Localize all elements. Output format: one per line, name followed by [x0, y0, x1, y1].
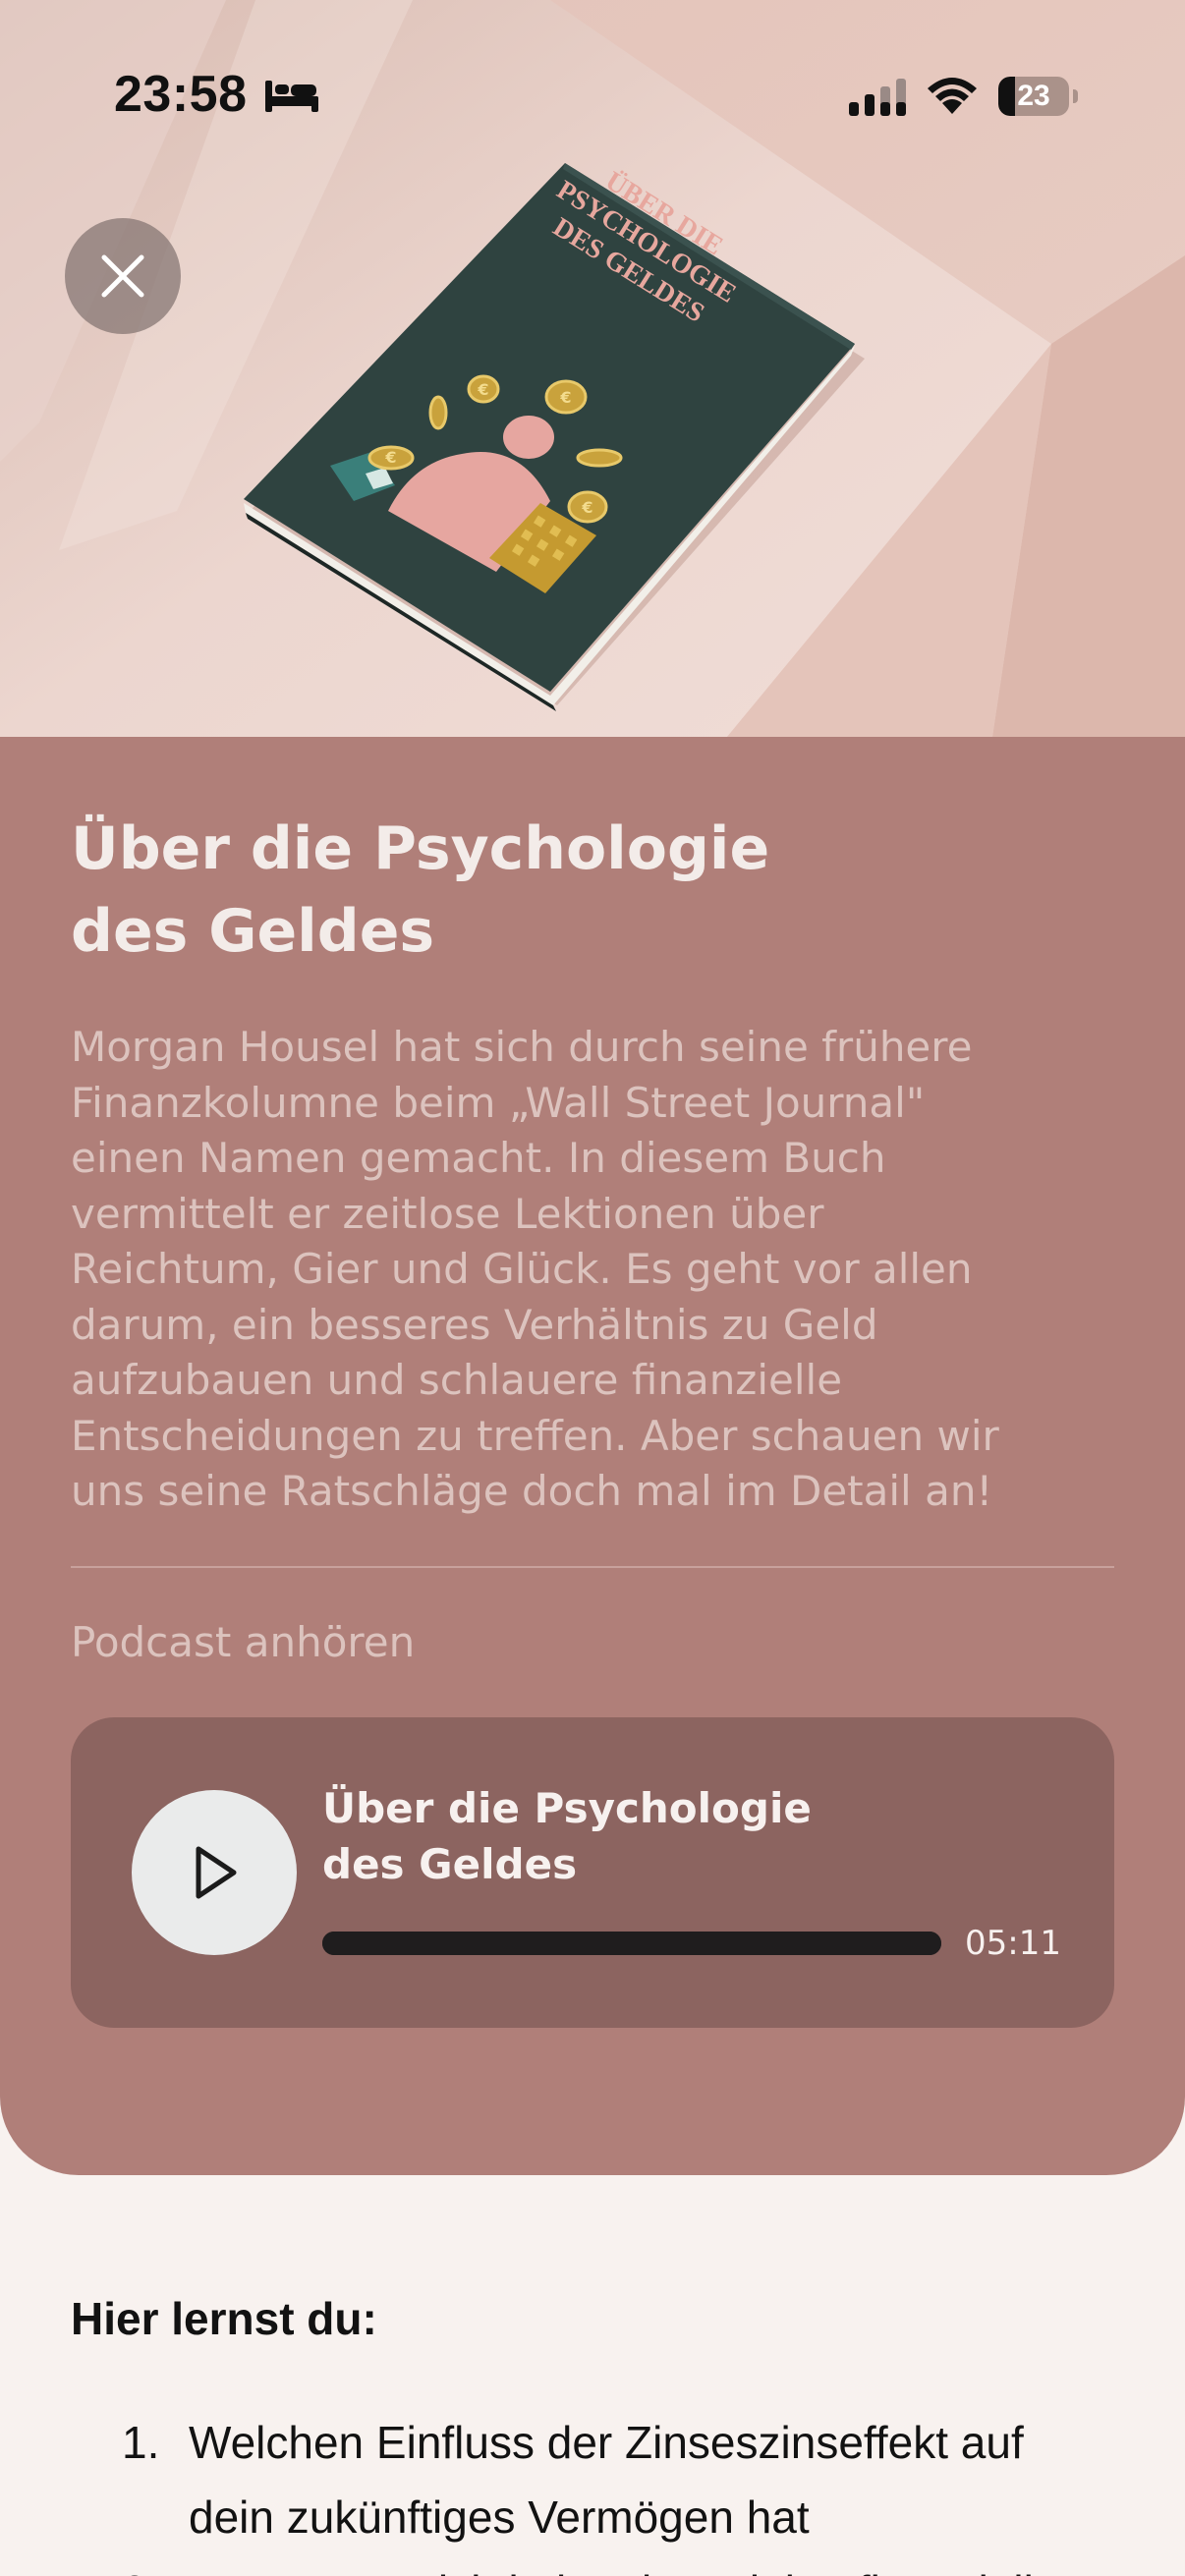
- book-hero-image: ÜBER DIE PSYCHOLOGIE DES GELDES € € € € …: [0, 0, 1185, 737]
- book-title: Über die Psychologie des Geldes: [71, 814, 770, 966]
- screen: ÜBER DIE PSYCHOLOGIE DES GELDES € € € € …: [0, 0, 1185, 2576]
- learn-list: 1. Welchen Einfluss der Zinseszinseffekt…: [71, 2405, 1132, 2576]
- play-icon: [196, 1846, 237, 1899]
- battery-icon: 23: [998, 77, 1079, 116]
- svg-text:€: €: [384, 448, 396, 467]
- list-item-text: Warum es wichtig ist, dass deine finanzi…: [189, 2554, 1112, 2576]
- list-item-number: 1.: [122, 2417, 160, 2468]
- svg-text:€: €: [559, 388, 571, 407]
- status-bar: 23:58 23: [0, 0, 1185, 196]
- svg-text:€: €: [581, 498, 592, 517]
- list-item-number: 2.: [122, 2554, 159, 2576]
- podcast-section-label: Podcast anhören: [71, 1618, 416, 1666]
- learn-heading: Hier lernst du:: [71, 2293, 377, 2344]
- close-button[interactable]: [65, 218, 181, 334]
- book-description: Morgan Housel hat sich durch seine frühe…: [71, 1023, 999, 1515]
- list-item: 2. Warum es wichtig ist, dass deine fina…: [71, 2554, 1132, 2576]
- player-title: Über die Psychologie des Geldes: [322, 1784, 812, 1888]
- svg-text:€: €: [477, 380, 488, 399]
- close-icon: [101, 254, 144, 298]
- audio-player: Über die Psychologie des Geldes 05:11: [71, 1717, 1114, 2028]
- sleep-focus-icon: [265, 81, 318, 112]
- divider: [71, 1566, 1114, 1568]
- wifi-icon: [928, 78, 977, 114]
- player-duration: 05:11: [965, 1924, 1061, 1963]
- progress-bar[interactable]: [322, 1932, 941, 1955]
- list-item: 1. Welchen Einfluss der Zinseszinseffekt…: [71, 2405, 1132, 2554]
- cellular-signal-icon: [849, 79, 906, 116]
- list-item-text: Welchen Einfluss der Zinseszinseffekt au…: [189, 2417, 1024, 2543]
- progress-fill: [322, 1932, 941, 1955]
- status-time: 23:58: [114, 66, 248, 123]
- play-button[interactable]: [132, 1790, 297, 1955]
- battery-level: 23: [1017, 80, 1050, 112]
